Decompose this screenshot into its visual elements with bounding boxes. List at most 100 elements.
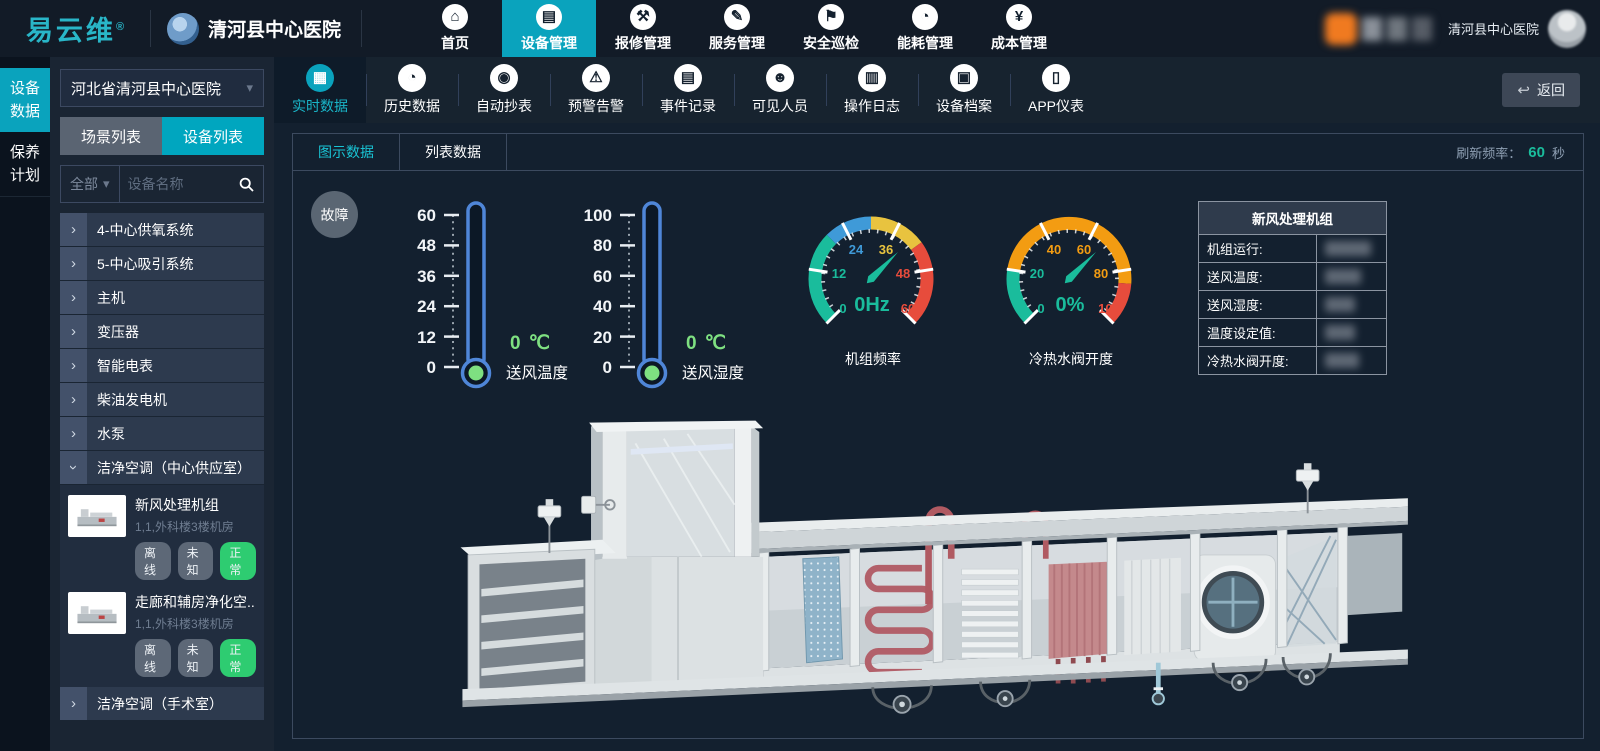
- svg-text:48: 48: [896, 266, 910, 281]
- tree-item-oxygen-system[interactable]: › 4-中心供氧系统: [60, 213, 264, 247]
- svg-text:0℃: 0℃: [510, 333, 550, 354]
- chevron-right-icon: ›: [60, 281, 87, 314]
- table-value-redacted: [1325, 241, 1371, 256]
- patrol-flag-icon: ⚑: [818, 4, 844, 30]
- region-select[interactable]: 河北省清河县中心医院 ▾: [60, 69, 264, 107]
- meter-reading-icon: ◉: [490, 64, 518, 92]
- device-location: 1,1,外科楼3楼机房: [135, 518, 256, 535]
- status-badge-normal: 正常: [220, 639, 256, 677]
- svg-text:60: 60: [593, 267, 612, 286]
- rail-item-maintenance-plan[interactable]: 保养 计划: [0, 132, 50, 197]
- device-group-body: 新风处理机组 1,1,外科楼3楼机房 离线 未知 正常 走廊和辅房: [60, 485, 264, 687]
- status-badge-offline: 离线: [135, 542, 171, 580]
- left-rail: 设备 数据 保养 计划: [0, 57, 50, 751]
- tree-item-diesel-generator[interactable]: › 柴油发电机: [60, 383, 264, 417]
- chevron-right-icon: ›: [60, 349, 87, 382]
- tab-device-archive[interactable]: ▣ 设备档案: [918, 57, 1010, 123]
- chevron-right-icon: ›: [60, 417, 87, 450]
- svg-text:12: 12: [417, 328, 436, 347]
- nav-item-cost-mgmt[interactable]: ¥ 成本管理: [972, 0, 1066, 57]
- table-row: 温度设定值:: [1199, 319, 1387, 347]
- data-box: 图示数据 列表数据 刷新频率： 60 秒 故障: [292, 133, 1584, 739]
- alarm-bell-icon: ⚠: [582, 64, 610, 92]
- divider: [361, 10, 362, 47]
- table-title: 新风处理机组: [1199, 202, 1387, 235]
- tab-scene-list[interactable]: 场景列表: [60, 117, 162, 155]
- unit-frequency-gauge: 0 12 24 36 48 60 0Hz 机组频率: [788, 201, 958, 369]
- cost-yuan-icon: ¥: [1006, 4, 1032, 30]
- table-row: 送风湿度:: [1199, 291, 1387, 319]
- svg-text:36: 36: [879, 242, 893, 257]
- chevron-right-icon: ›: [60, 315, 87, 348]
- rail-item-device-data[interactable]: 设备 数据: [0, 68, 50, 132]
- tab-list-data[interactable]: 列表数据: [400, 134, 507, 170]
- chevron-right-icon: ›: [60, 247, 87, 280]
- tree-item-host[interactable]: › 主机: [60, 281, 264, 315]
- repair-tools-icon: ⚒: [630, 4, 656, 30]
- nav-item-device-mgmt[interactable]: ▤ 设备管理: [502, 0, 596, 57]
- topbar: 易云维® 清河县中心医院 ⌂ 首页 ▤ 设备管理 ⚒ 报修管理 ✎ 服务管理 ⚑…: [0, 0, 1600, 57]
- tab-auto-meter-reading[interactable]: ◉ 自动抄表: [458, 57, 550, 123]
- main-nav: ⌂ 首页 ▤ 设备管理 ⚒ 报修管理 ✎ 服务管理 ⚑ 安全巡检 ◔ 能耗管理 …: [408, 0, 1066, 57]
- device-card-fresh-air-unit[interactable]: 新风处理机组 1,1,外科楼3楼机房 离线 未知 正常: [68, 495, 256, 580]
- svg-text:0: 0: [427, 358, 436, 377]
- back-button[interactable]: ↩ 返回: [1502, 73, 1580, 107]
- nav-item-safety-patrol[interactable]: ⚑ 安全巡检: [784, 0, 878, 57]
- status-badge-normal: 正常: [220, 542, 256, 580]
- tree-item-suction-system[interactable]: › 5-中心吸引系统: [60, 247, 264, 281]
- device-card-corridor-purify-ac[interactable]: 走廊和辅房净化空... 1,1,外科楼3楼机房 离线 未知 正常: [68, 592, 256, 677]
- device-panel: 河北省清河县中心医院 ▾ 场景列表 设备列表 全部 ▾ › 4-中心供氧系统 ›: [50, 57, 274, 751]
- tab-history-data[interactable]: ◔ 历史数据: [366, 57, 458, 123]
- nav-item-home[interactable]: ⌂ 首页: [408, 0, 502, 57]
- device-location: 1,1,外科楼3楼机房: [135, 615, 256, 632]
- view-tabs: 图示数据 列表数据 刷新频率： 60 秒: [293, 134, 1583, 171]
- tab-app-dashboard[interactable]: ▯ APP仪表: [1010, 57, 1102, 123]
- nav-item-energy-mgmt[interactable]: ◔ 能耗管理: [878, 0, 972, 57]
- tab-alert-alarm[interactable]: ⚠ 预警告警: [550, 57, 642, 123]
- table-value-redacted: [1325, 269, 1361, 284]
- tree-item-transformer[interactable]: › 变压器: [60, 315, 264, 349]
- chevron-right-icon: ›: [60, 213, 87, 246]
- svg-text:40: 40: [593, 297, 612, 316]
- back-arrow-icon: ↩: [1517, 81, 1530, 99]
- device-3d-view[interactable]: [293, 403, 1583, 738]
- tab-visible-personnel[interactable]: ☻ 可见人员: [734, 57, 826, 123]
- tab-event-record[interactable]: ▤ 事件记录: [642, 57, 734, 123]
- service-edit-icon: ✎: [724, 4, 750, 30]
- tab-operation-log[interactable]: ▥ 操作日志: [826, 57, 918, 123]
- svg-text:0Hz: 0Hz: [854, 294, 890, 316]
- operation-log-icon: ▥: [858, 64, 886, 92]
- org-name: 清河县中心医院: [208, 15, 341, 42]
- content-area: ▦ 实时数据 ◔ 历史数据 ◉ 自动抄表 ⚠ 预警告警 ▤ 事件记录 ☻ 可见人…: [274, 57, 1600, 751]
- device-toolbar: ▦ 实时数据 ◔ 历史数据 ◉ 自动抄表 ⚠ 预警告警 ▤ 事件记录 ☻ 可见人…: [274, 57, 1600, 123]
- tab-graphic-data[interactable]: 图示数据: [293, 134, 400, 170]
- user-org-name: 清河县中心医院: [1448, 19, 1539, 38]
- search-input[interactable]: [120, 176, 230, 192]
- tree-item-smart-meter[interactable]: › 智能电表: [60, 349, 264, 383]
- tree-item-water-pump[interactable]: › 水泵: [60, 417, 264, 451]
- tab-realtime-data[interactable]: ▦ 实时数据: [274, 57, 366, 123]
- svg-text:0: 0: [603, 358, 612, 377]
- status-badge-unknown: 未知: [178, 639, 214, 677]
- status-badge-unknown: 未知: [178, 542, 214, 580]
- user-avatar[interactable]: [1548, 10, 1586, 48]
- nav-item-service-mgmt[interactable]: ✎ 服务管理: [690, 0, 784, 57]
- registered-mark: ®: [116, 21, 124, 33]
- tab-device-list[interactable]: 设备列表: [162, 117, 264, 155]
- chevron-down-icon: ▾: [103, 176, 110, 192]
- history-icon: ◔: [398, 64, 426, 92]
- tree-item-clean-ac-operating-room[interactable]: › 洁净空调（手术室）: [60, 687, 264, 721]
- supply-air-humidity-thermometer: 100 80 60 40 20 0 0℃ 送风湿度: [556, 187, 774, 393]
- tree-item-clean-ac-supply-room[interactable]: › 洁净空调（中心供应室）: [60, 451, 264, 485]
- user-account[interactable]: 清河县中心医院: [1448, 10, 1586, 48]
- hospital-photo-icon: [167, 13, 199, 45]
- org-header: 清河县中心医院: [151, 0, 361, 57]
- search-icon[interactable]: [230, 177, 263, 192]
- table-row: 冷热水阀开度:: [1199, 347, 1387, 375]
- filter-all-dropdown[interactable]: 全部 ▾: [61, 166, 120, 202]
- nav-item-repair-mgmt[interactable]: ⚒ 报修管理: [596, 0, 690, 57]
- region-select-value: 河北省清河县中心医院: [71, 78, 221, 99]
- device-thumbnail: [68, 495, 126, 537]
- personnel-icon: ☻: [766, 64, 794, 92]
- brand-logo: 易云维®: [0, 0, 150, 57]
